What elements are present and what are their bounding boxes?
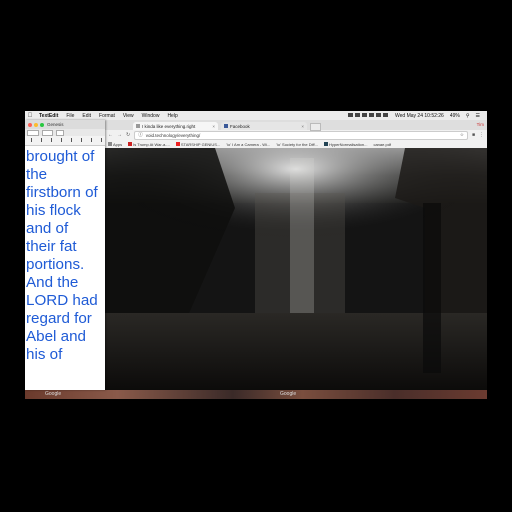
text-line: their fat: [26, 238, 77, 255]
facebook-icon: [224, 124, 228, 128]
font-size-field[interactable]: [56, 129, 65, 136]
bookmark-icon: [128, 142, 133, 146]
address-toolbar: ← → ↻ ⓘ void.technology/everything/ ☆ ■ …: [105, 130, 487, 140]
list-icon[interactable]: ☰: [473, 113, 483, 119]
reload-icon[interactable]: ↻: [126, 132, 130, 138]
menu-format[interactable]: Format: [95, 113, 119, 119]
apps-icon: [108, 142, 112, 146]
text-line: and of: [26, 220, 69, 237]
text-line: the: [26, 166, 48, 183]
tab-facebook[interactable]: Facebook ×: [221, 122, 307, 130]
menu-window[interactable]: Window: [138, 113, 164, 119]
url-text: void.technology/everything/: [145, 132, 201, 138]
text-line: LORD had: [26, 292, 98, 309]
screen:  TextEdit File Edit Format View Window …: [25, 111, 487, 399]
bookmark-item[interactable]: Is Trump At War-a-...: [128, 142, 170, 147]
status-area: Wed May 24 10:52:26 49% ⚲ ☰: [344, 112, 487, 119]
textedit-titlebar[interactable]: Genesis: [25, 120, 105, 129]
bookmark-icon: [323, 142, 328, 146]
apple-icon[interactable]: : [25, 113, 35, 119]
tab-bar: I kinda like everything.right × Facebook…: [105, 120, 487, 131]
minimize-button[interactable]: [34, 122, 38, 127]
bookmark-item[interactable]: STARSHIP GENIUS...: [175, 142, 220, 147]
bookmark-item[interactable]: 'io' I Am a Camera - Wi...: [226, 142, 270, 147]
tab-label: I kinda like everything.right: [142, 123, 196, 129]
battery-percent[interactable]: 49%: [447, 113, 463, 119]
address-bar[interactable]: ⓘ void.technology/everything/ ☆: [134, 130, 468, 140]
menu-view[interactable]: View: [119, 113, 138, 119]
forward-icon[interactable]: →: [117, 132, 122, 138]
bookmark-item[interactable]: HyperNormalisation...: [323, 142, 367, 147]
close-button[interactable]: [28, 122, 32, 127]
background-strip: Google Google: [25, 390, 487, 399]
close-tab-icon[interactable]: ×: [301, 124, 304, 129]
webpage-viewport[interactable]: [105, 148, 487, 390]
bookmark-item[interactable]: 'io' Society for the Diff...: [276, 142, 318, 147]
search-icon[interactable]: ⚲: [463, 113, 473, 119]
page-icon: [136, 124, 140, 128]
youtube-icon: [175, 142, 180, 146]
font-style-select[interactable]: [41, 129, 54, 136]
text-line: portions.: [26, 256, 85, 273]
tab-label: Facebook: [230, 123, 250, 129]
apps-button[interactable]: Apps: [108, 142, 122, 147]
new-tab-button[interactable]: [310, 123, 321, 131]
textedit-window: Genesis brought of the firstborn of his …: [25, 120, 105, 390]
status-icons[interactable]: [344, 112, 392, 119]
font-family-select[interactable]: [27, 129, 39, 136]
text-line: And the: [26, 274, 79, 291]
taskbar-label: Google: [280, 391, 297, 397]
tab-void[interactable]: I kinda like everything.right ×: [133, 122, 218, 130]
star-icon[interactable]: ☆: [460, 132, 464, 138]
extension-icon[interactable]: ■: [472, 132, 475, 138]
text-line: his flock: [26, 202, 81, 219]
ruler[interactable]: [25, 136, 105, 146]
text-line: regard for: [26, 310, 92, 327]
zoom-button[interactable]: [40, 122, 44, 127]
text-line: brought of: [26, 148, 95, 165]
textedit-toolbar: [25, 129, 105, 136]
chrome-window: I kinda like everything.right × Facebook…: [105, 120, 487, 390]
profile-button[interactable]: Tim: [477, 122, 484, 127]
info-icon: ⓘ: [138, 132, 143, 137]
mac-menubar:  TextEdit File Edit Format View Window …: [25, 111, 487, 120]
menu-file[interactable]: File: [62, 113, 78, 119]
menu-help[interactable]: Help: [163, 113, 181, 119]
document-title: Genesis: [47, 122, 64, 127]
clock[interactable]: Wed May 24 10:52:26: [392, 113, 447, 119]
close-tab-icon[interactable]: ×: [212, 124, 215, 129]
menu-app-name[interactable]: TextEdit: [35, 113, 62, 119]
bookmark-item[interactable]: canae.pdf: [373, 142, 391, 147]
text-line: Abel and: [26, 328, 86, 345]
room-image: [105, 148, 487, 390]
taskbar-label: Google: [45, 391, 62, 397]
menu-icon[interactable]: ⋮: [479, 132, 484, 138]
text-line: his of: [26, 346, 63, 363]
document-text-area[interactable]: brought of the firstborn of his flock an…: [25, 146, 105, 364]
menu-edit[interactable]: Edit: [78, 113, 95, 119]
back-icon[interactable]: ←: [108, 132, 113, 138]
text-line: firstborn of: [26, 184, 98, 201]
